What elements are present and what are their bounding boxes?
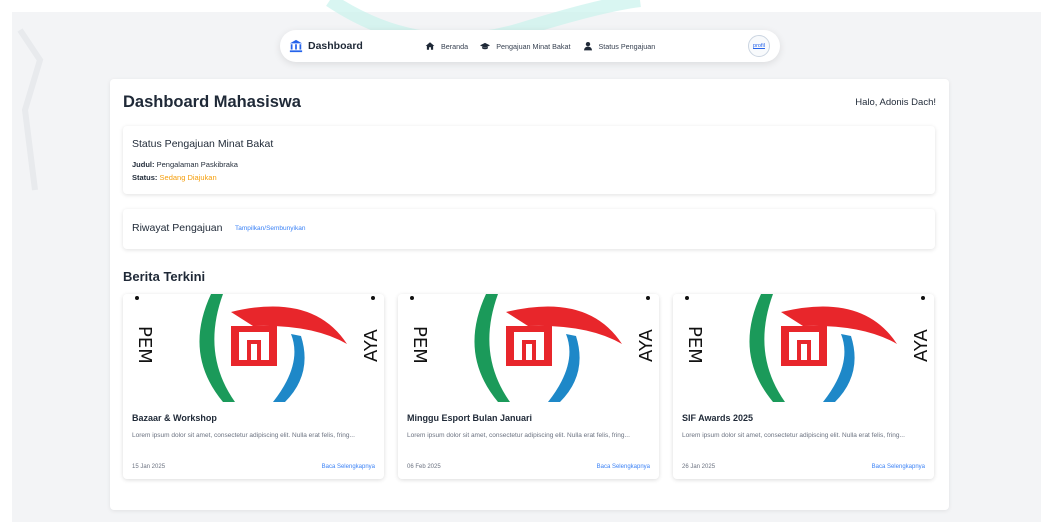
news-card-title: Minggu Esport Bulan Januari	[407, 413, 533, 423]
status-panel: Status Pengajuan Minat Bakat Judul: Peng…	[123, 126, 935, 194]
avatar[interactable]: profil	[748, 35, 770, 57]
ring-text-left: PEM	[134, 326, 155, 364]
avatar-alt-text: profil	[753, 43, 765, 49]
toggle-history-link[interactable]: Tampilkan/Sembunyikan	[235, 225, 305, 232]
read-more-link[interactable]: Baca Selengkapnya	[872, 464, 925, 470]
top-strip	[0, 0, 1041, 12]
institution-icon	[289, 39, 303, 53]
status-line: Status: Sedang Diajukan	[132, 173, 217, 182]
brand-link[interactable]: Dashboard	[289, 39, 425, 53]
nav-link-label: Status Pengajuan	[598, 41, 656, 51]
ring-text-right: AYA	[911, 328, 932, 362]
news-section-title: Berita Terkini	[123, 269, 206, 284]
news-card-title: SIF Awards 2025	[682, 413, 754, 423]
news-image-logo: PEM AYA	[398, 294, 659, 402]
status-panel-title: Status Pengajuan Minat Bakat	[132, 138, 274, 150]
status-value: Sedang Diajukan	[159, 173, 217, 182]
read-more-link[interactable]: Baca Selengkapnya	[322, 464, 375, 470]
news-card[interactable]: PEM AYA SIF Awards 2025 Lorem ipsum dolo…	[673, 294, 934, 479]
user-icon	[583, 41, 592, 51]
news-card-date: 26 Jan 2025	[682, 464, 716, 470]
news-card[interactable]: PEM AYA Bazaar & Workshop Lorem ipsum do…	[123, 294, 384, 479]
graduation-cap-icon	[480, 42, 491, 50]
news-card-excerpt: Lorem ipsum dolor sit amet, consectetur …	[407, 432, 630, 439]
brand-label: Dashboard	[308, 40, 363, 52]
history-panel: Riwayat Pengajuan Tampilkan/Sembunyikan	[123, 209, 935, 249]
news-card-title: Bazaar & Workshop	[132, 413, 217, 423]
judul-value: Pengalaman Paskibraka	[156, 160, 238, 169]
news-card-excerpt: Lorem ipsum dolor sit amet, consectetur …	[132, 432, 355, 439]
main-card: Dashboard Mahasiswa Halo, Adonis Dach! S…	[110, 79, 949, 510]
ring-text-left: PEM	[684, 326, 705, 364]
nav-link-label: Pengajuan Minat Bakat	[496, 41, 571, 51]
greeting-text: Halo, Adonis Dach!	[855, 97, 936, 108]
page-title: Dashboard Mahasiswa	[123, 93, 301, 111]
news-card-excerpt: Lorem ipsum dolor sit amet, consectetur …	[682, 432, 905, 439]
ring-text-right: AYA	[636, 328, 657, 362]
judul-line: Judul: Pengalaman Paskibraka	[132, 160, 238, 169]
news-card[interactable]: PEM AYA Minggu Esport Bulan Januari Lore…	[398, 294, 659, 479]
ring-text-left: PEM	[409, 326, 430, 364]
nav-links: Beranda Pengajuan Minat Bakat Status Pen…	[425, 41, 655, 51]
nav-link-status[interactable]: Status Pengajuan	[583, 41, 656, 51]
status-label: Status:	[132, 173, 158, 182]
judul-label: Judul:	[132, 160, 155, 169]
nav-link-pengajuan[interactable]: Pengajuan Minat Bakat	[480, 41, 571, 51]
news-card-date: 15 Jan 2025	[132, 464, 166, 470]
home-icon	[425, 42, 435, 50]
left-strip	[0, 0, 12, 522]
history-panel-title: Riwayat Pengajuan	[132, 222, 223, 234]
ring-text-right: AYA	[361, 328, 382, 362]
top-navbar: Dashboard Beranda Pengajuan Minat Bakat …	[280, 30, 780, 62]
news-card-date: 06 Feb 2025	[407, 464, 441, 470]
news-image-logo: PEM AYA	[673, 294, 934, 402]
nav-link-beranda[interactable]: Beranda	[425, 41, 468, 51]
nav-link-label: Beranda	[441, 41, 469, 51]
read-more-link[interactable]: Baca Selengkapnya	[597, 464, 650, 470]
news-image-logo: PEM AYA	[123, 294, 384, 402]
